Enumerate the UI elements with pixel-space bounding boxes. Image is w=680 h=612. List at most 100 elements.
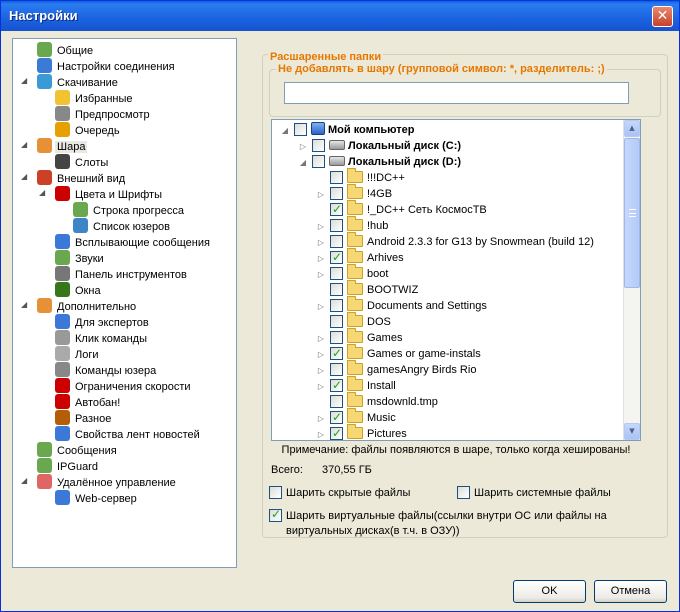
folder-share-checkbox[interactable] [330,283,343,296]
folder-tree-row[interactable]: ▷ !4GB [316,184,392,203]
folder-share-checkbox[interactable] [294,123,307,136]
expand-toggle-icon[interactable]: ▷ [316,299,326,315]
folder-share-checkbox[interactable] [312,139,325,152]
expand-toggle-icon[interactable]: ◢ [280,123,290,139]
expand-toggle-icon[interactable]: ▷ [316,251,326,267]
settings-tree-item[interactable]: Окна [55,282,103,298]
expand-toggle-icon[interactable]: ◢ [298,155,308,171]
folder-tree-scrollbar[interactable]: ▲ ▼ [623,120,640,440]
folder-share-checkbox[interactable] [330,377,343,393]
settings-tree-item[interactable]: Панель инструментов [55,266,189,282]
folder-tree-row[interactable]: ▷ boot [316,264,388,283]
scroll-down-button[interactable]: ▼ [624,423,640,440]
expand-toggle-icon[interactable]: ◢ [21,76,27,85]
folder-share-checkbox[interactable] [330,171,343,184]
folder-share-checkbox[interactable] [312,155,325,168]
folder-share-checkbox[interactable] [330,331,343,344]
expand-toggle-icon[interactable]: ▷ [316,411,326,427]
expand-toggle-icon[interactable]: ◢ [21,300,27,309]
share-virtual-checkbox[interactable] [269,507,282,522]
settings-tree-item[interactable]: Звуки [55,250,106,266]
folder-tree-row[interactable]: DOS [316,312,391,330]
folder-share-checkbox[interactable] [330,249,343,265]
settings-tree-item[interactable]: Разное [55,410,113,426]
share-hidden-checkbox[interactable] [269,486,282,499]
folder-share-checkbox[interactable] [330,235,343,248]
folder-share-checkbox[interactable] [330,219,343,232]
folder-tree-row[interactable]: ▷ Documents and Settings [316,296,487,315]
folder-share-checkbox[interactable] [330,299,343,312]
folder-tree-row[interactable]: ▷ Music [316,408,396,427]
exclude-input[interactable] [284,82,629,104]
folder-tree-row[interactable]: ▷ Android 2.3.3 for G13 by Snowmean (buil… [316,232,594,251]
folder-tree-row[interactable]: ▷ Games [316,328,402,346]
settings-tree-item[interactable]: Цвета и Шрифты [55,186,164,202]
expand-toggle-icon[interactable]: ▷ [316,267,326,283]
folder-share-checkbox[interactable] [330,267,343,280]
expand-toggle-icon[interactable]: ◢ [21,140,27,149]
expand-toggle-icon[interactable]: ▷ [298,139,308,155]
settings-tree-item[interactable]: Настройки соединения [37,58,177,74]
folder-share-checkbox[interactable] [330,409,343,425]
settings-tree-item[interactable]: Строка прогресса [73,202,186,218]
share-system-checkbox[interactable] [457,486,470,499]
settings-tree-item[interactable]: Общие [37,42,95,58]
settings-tree-item[interactable]: IPGuard [37,458,100,474]
expand-toggle-icon[interactable]: ▷ [316,379,326,395]
scroll-up-button[interactable]: ▲ [624,120,640,137]
expand-toggle-icon[interactable]: ◢ [21,476,27,485]
folder-tree-row[interactable]: ▷ Pictures [316,424,407,440]
folder-tree-row[interactable]: ▷ Install [316,376,396,395]
folder-share-checkbox[interactable] [330,315,343,328]
folder-tree-row[interactable]: ▷ Games or game-instals [316,344,481,363]
cancel-button[interactable]: Отмена [594,580,667,603]
folder-tree-row[interactable]: msdownld.tmp [316,392,438,410]
expand-toggle-icon[interactable]: ◢ [21,172,27,181]
expand-toggle-icon[interactable]: ▷ [316,219,326,235]
share-virtual-option[interactable]: Шарить виртуальные файлы(ссылки внутри О… [269,507,607,539]
folder-tree-row[interactable]: BOOTWIZ [316,280,418,298]
folder-tree-row[interactable]: ▷ gamesAngry Birds Rio [316,360,476,379]
settings-tree-item[interactable]: Логи [55,346,101,362]
settings-tree-item[interactable]: Дополнительно [37,298,138,314]
settings-tree-item[interactable]: Шара [37,138,88,154]
settings-tree-item[interactable]: Для экспертов [55,314,151,330]
settings-tree-item[interactable]: Очередь [55,122,122,138]
folder-tree[interactable]: ▷ Pictures ▷ Music msdownld.tmp ▷ Install ▷ game… [271,119,641,441]
scroll-thumb[interactable] [624,138,640,288]
folder-share-checkbox[interactable] [330,187,343,200]
expand-toggle-icon[interactable]: ▷ [316,235,326,251]
settings-tree-item[interactable]: Автобан! [55,394,122,410]
settings-tree-item[interactable]: Предпросмотр [55,106,152,122]
settings-tree-item[interactable]: Сообщения [37,442,119,458]
folder-share-checkbox[interactable] [330,363,343,376]
settings-tree-item[interactable]: Всплывающие сообщения [55,234,212,250]
folder-tree-row[interactable]: ▷ !hub [316,216,388,235]
expand-toggle-icon[interactable]: ▷ [316,187,326,203]
settings-tree-item[interactable]: Внешний вид [37,170,127,186]
settings-tree[interactable]: Общие Настройки соединения ◢ Скачивание Избр… [12,38,237,568]
share-hidden-option[interactable]: Шарить скрытые файлы [269,486,410,501]
settings-tree-item[interactable]: Избранные [55,90,135,106]
expand-toggle-icon[interactable]: ▷ [316,363,326,379]
settings-tree-item[interactable]: Свойства лент новостей [55,426,202,442]
folder-tree-row[interactable]: !_DC++ Сеть КосмосТВ [316,200,487,218]
folder-tree-row[interactable]: ▷ Arhives [316,248,404,267]
folder-tree-row[interactable]: ▷ Локальный диск (C:) [298,138,461,154]
folder-tree-row[interactable]: ◢ Мой компьютер [280,122,415,138]
folder-tree-row[interactable]: !!!DC++ [316,168,405,186]
folder-share-checkbox[interactable] [330,425,343,440]
settings-tree-item[interactable]: Скачивание [37,74,120,90]
settings-tree-item[interactable]: Клик команды [55,330,149,346]
folder-share-checkbox[interactable] [330,345,343,361]
expand-toggle-icon[interactable]: ◢ [39,188,45,197]
expand-toggle-icon[interactable]: ▷ [316,427,326,440]
settings-tree-item[interactable]: Web-сервер [55,490,139,506]
expand-toggle-icon[interactable]: ▷ [316,347,326,363]
share-system-option[interactable]: Шарить системные файлы [457,486,611,501]
folder-tree-row[interactable]: ◢ Локальный диск (D:) [298,154,461,170]
close-button[interactable]: ✕ [652,6,673,27]
settings-tree-item[interactable]: Слоты [55,154,110,170]
settings-tree-item[interactable]: Список юзеров [73,218,172,234]
folder-share-checkbox[interactable] [330,395,343,408]
